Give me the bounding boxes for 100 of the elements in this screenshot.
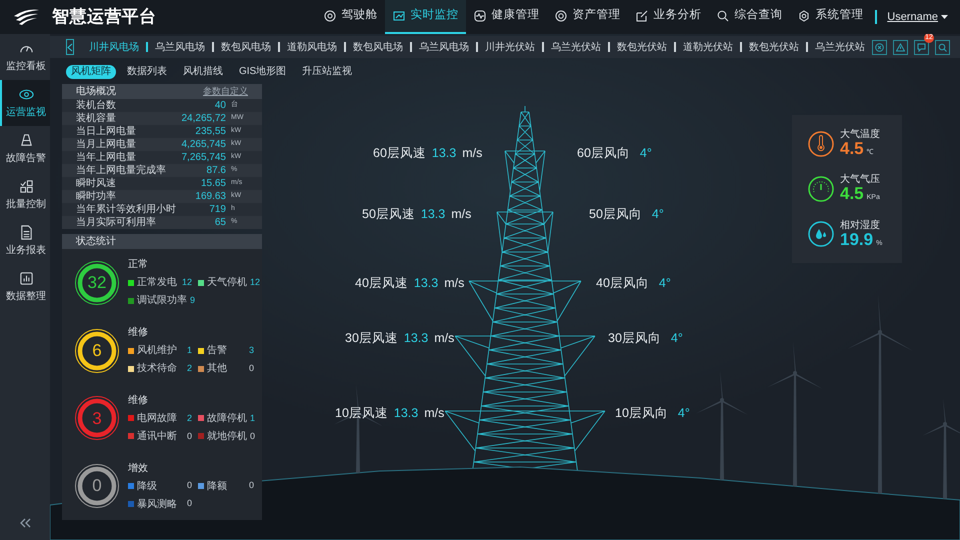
nav-tab[interactable]: 综合查询 — [709, 0, 790, 34]
legend-value: 0 — [186, 430, 193, 443]
app-title: 智慧运营平台 — [52, 6, 157, 28]
view-tab[interactable]: GIS地形图 — [234, 65, 292, 79]
legend-value: 0 — [248, 479, 255, 492]
station-tab[interactable]: 数包光伏站 — [742, 40, 806, 54]
legend-value: 0 — [248, 362, 255, 375]
legend-label: 调试限功率 — [137, 294, 187, 308]
speed-value: 13.3 — [420, 206, 446, 223]
status-count: 32 — [86, 272, 108, 294]
row-value: 65 — [214, 216, 226, 230]
status-count: 0 — [91, 475, 103, 498]
back-button[interactable] — [66, 39, 74, 55]
station-tab[interactable]: 川井风电场 — [82, 40, 146, 54]
nav-tab[interactable]: 系统管理 — [790, 0, 872, 34]
speed-unit: m/s — [434, 330, 454, 347]
status-title: 维修 — [128, 394, 149, 408]
row-label: 当日上网电量 — [76, 124, 136, 138]
status-title: 增效 — [128, 462, 149, 476]
sidebar-icon — [18, 178, 34, 194]
weather-label: 大气气压 — [840, 174, 880, 186]
nav-tab[interactable]: 健康管理 — [466, 0, 548, 34]
sidebar-item[interactable]: 运营监视 — [0, 80, 50, 126]
row-label: 当年上网电量完成率 — [76, 164, 166, 178]
status-count: 6 — [91, 340, 103, 362]
nav-icon — [474, 10, 486, 22]
row-label: 装机容量 — [76, 112, 116, 126]
sidebar-icon — [18, 224, 34, 240]
search-button[interactable] — [935, 40, 950, 54]
message-icon — [917, 42, 926, 52]
sidebar-item[interactable]: 批量控制 — [0, 172, 50, 218]
legend-label: 降额 — [207, 480, 227, 494]
customize-link[interactable]: 参数自定义 — [203, 84, 248, 98]
nav-tab[interactable]: 驾驶舱 — [316, 0, 386, 34]
status-count: 3 — [91, 408, 103, 430]
warning-icon — [896, 42, 905, 52]
nav-tab[interactable]: 业务分析 — [628, 0, 710, 34]
speed-label: 50层风速 — [362, 206, 415, 223]
station-tab[interactable]: 数包风电场 — [346, 40, 410, 54]
legend-value: 12 — [182, 276, 193, 290]
legend-label: 告警 — [207, 344, 227, 358]
view-tab[interactable]: 数据列表 — [122, 65, 172, 79]
nav-icon — [324, 10, 336, 22]
direction-label: 30层风向 — [608, 330, 661, 347]
station-tab[interactable]: 川井光伏站 — [478, 40, 542, 54]
sidebar-item[interactable]: 监控看板 — [0, 34, 50, 80]
legend-label: 风机维护 — [137, 344, 177, 358]
view-tab[interactable]: 风机矩阵 — [66, 65, 116, 79]
legend-label: 正常发电 — [137, 276, 177, 290]
station-tab[interactable]: 乌兰风电场 — [148, 40, 212, 54]
direction-value: 4° — [678, 405, 690, 422]
legend-label: 就地停机 — [207, 430, 247, 444]
row-label: 装机台数 — [76, 98, 116, 112]
direction-value: 4° — [670, 330, 683, 347]
nav-tab[interactable]: 资产管理 — [547, 0, 628, 34]
legend-label: 降级 — [137, 480, 157, 494]
nav-icon — [636, 10, 648, 22]
legend-value: 0 — [186, 479, 193, 492]
direction-label: 10层风向 — [615, 405, 668, 422]
legend-value: 0 — [186, 497, 193, 510]
speed-value: 13.3 — [432, 145, 456, 162]
station-tab[interactable]: 数包光伏站 — [610, 40, 674, 54]
wing-logo-icon — [12, 8, 40, 26]
panel-title: 电场概况 — [76, 84, 116, 99]
station-tab[interactable]: 数包风电场 — [214, 40, 278, 54]
speed-value: 13.3 — [394, 405, 418, 422]
legend-label: 天气停机 — [207, 276, 247, 290]
view-tab[interactable]: 升压站监视 — [297, 65, 358, 79]
sidebar-item[interactable]: 数据整理 — [0, 264, 50, 310]
direction-value: 4° — [640, 145, 652, 162]
station-tab[interactable]: 道勒风电场 — [280, 40, 344, 54]
station-tab[interactable]: 乌兰光伏站 — [544, 40, 608, 54]
warning-button[interactable] — [893, 40, 908, 54]
legend-label: 通讯中断 — [137, 430, 177, 444]
speed-unit: m/s — [451, 206, 472, 223]
row-value: 87.6 — [206, 164, 226, 178]
view-tab[interactable]: 风机措线 — [178, 65, 228, 79]
station-tab[interactable]: 乌兰风电场 — [412, 40, 476, 54]
collapse-icon[interactable] — [19, 518, 31, 528]
row-label: 当年上网电量 — [76, 150, 136, 164]
legend-label: 其他 — [207, 362, 227, 376]
legend-value: 0 — [250, 430, 256, 443]
speed-label: 60层风速 — [373, 145, 426, 162]
sidebar-item[interactable]: 业务报表 — [0, 218, 50, 264]
close-circle-button[interactable] — [872, 40, 887, 54]
speed-unit: m/s — [462, 145, 482, 162]
station-tab[interactable]: 道勒光伏站 — [676, 40, 740, 54]
station-tab[interactable]: 乌兰光伏站 — [808, 40, 872, 54]
user-menu[interactable]: Username — [887, 0, 948, 34]
direction-label: 60层风向 — [577, 145, 630, 162]
sidebar-item[interactable]: 故障告警 — [0, 126, 50, 172]
row-label: 瞬时风速 — [76, 176, 116, 190]
sidebar-icon — [18, 132, 34, 148]
nav-tab[interactable]: 实时监控 — [385, 0, 466, 34]
row-value: 7,265,745 — [182, 151, 226, 165]
row-value: 4,265,745 — [182, 138, 226, 152]
row-value: 169.63 — [195, 190, 226, 204]
row-value: 24,265,72 — [182, 112, 226, 126]
weather-label: 相对湿度 — [840, 220, 881, 231]
nav-icon — [393, 10, 406, 22]
